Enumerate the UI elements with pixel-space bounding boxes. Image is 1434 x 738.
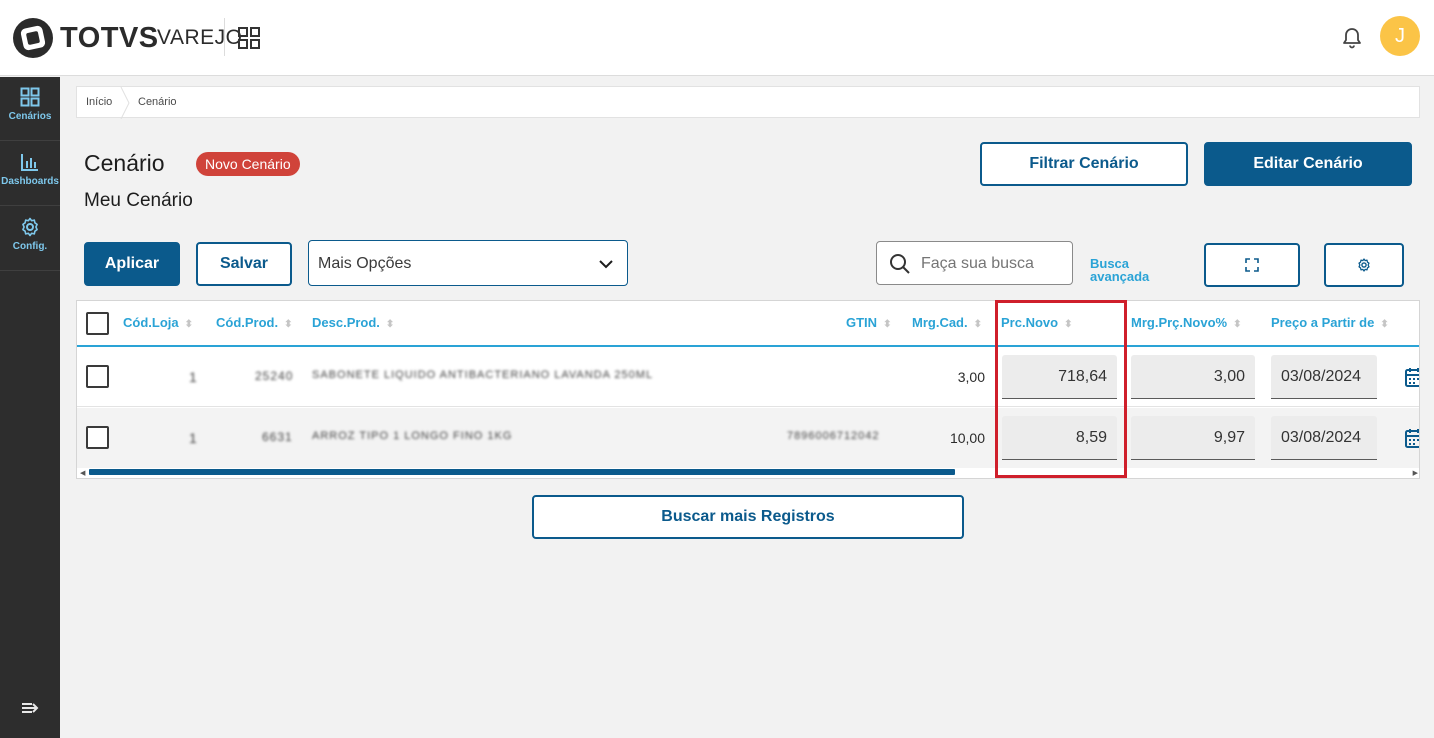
advanced-search-link[interactable]: Busca avançada	[1090, 257, 1170, 283]
table-header: Cód.Loja ⬍ Cód.Prod. ⬍ Desc.Prod. ⬍ GTIN ⬍ M…	[77, 301, 1419, 347]
filter-scenario-button[interactable]: Filtrar Cenário	[980, 142, 1188, 186]
sort-icon: ⬍	[184, 319, 193, 330]
sort-icon: ⬍	[973, 319, 983, 330]
calendar-icon[interactable]	[1405, 367, 1420, 387]
brand-subtitle: VAREJO	[157, 26, 243, 49]
calendar-icon[interactable]	[1405, 428, 1420, 448]
cell-desc-prod: ARROZ TIPO 1 LONGO FINO 1KG	[312, 430, 513, 442]
preco-partir-input[interactable]	[1271, 416, 1377, 460]
cell-gtin: 7896006712042	[787, 430, 880, 442]
preco-partir-input[interactable]	[1271, 355, 1377, 399]
sidebar-item-label: Config.	[12, 241, 48, 252]
fullscreen-button[interactable]	[1204, 243, 1300, 287]
sidebar-item-label: Cenários	[8, 111, 52, 122]
scroll-left-icon[interactable]: ◀	[80, 469, 85, 477]
row-checkbox[interactable]	[86, 426, 109, 449]
sidebar-item-label: Dashboards	[1, 176, 59, 187]
settings-button[interactable]	[1324, 243, 1404, 287]
apps-grid-icon[interactable]	[238, 27, 260, 49]
prc-novo-input[interactable]	[1002, 355, 1117, 399]
collapse-menu-icon[interactable]	[19, 697, 41, 719]
status-badge: Novo Cenário	[196, 152, 300, 176]
mrg-prc-novo-input[interactable]	[1131, 355, 1255, 399]
row-checkbox[interactable]	[86, 365, 109, 388]
grid-icon	[20, 87, 40, 107]
column-header-cod-prod[interactable]: Cód.Prod. ⬍	[216, 315, 293, 330]
column-header-preco-partir[interactable]: Preço a Partir de ⬍	[1271, 315, 1389, 330]
bar-chart-icon	[21, 154, 38, 171]
cell-cod-loja: 1	[189, 430, 198, 446]
sidebar-item-dashboards[interactable]: Dashboards	[0, 142, 60, 206]
column-header-cod-loja[interactable]: Cód.Loja ⬍	[123, 315, 193, 330]
gear-icon	[22, 217, 38, 237]
edit-scenario-button[interactable]: Editar Cenário	[1204, 142, 1412, 186]
save-button[interactable]: Salvar	[196, 242, 292, 286]
column-header-mrg-prc-novo[interactable]: Mrg.Prç.Novo% ⬍	[1131, 315, 1241, 330]
breadcrumb-separator-icon	[120, 87, 130, 119]
sidebar: Cenários Dashboards Config.	[0, 77, 60, 738]
breadcrumb: Início Cenário	[76, 86, 1420, 119]
mrg-prc-novo-input[interactable]	[1131, 416, 1255, 460]
column-header-desc-prod[interactable]: Desc.Prod. ⬍	[312, 315, 394, 330]
data-grid: Cód.Loja ⬍ Cód.Prod. ⬍ Desc.Prod. ⬍ GTIN ⬍ M…	[76, 300, 1420, 479]
apply-button[interactable]: Aplicar	[84, 242, 180, 286]
top-bar: TOTVS VAREJO J	[0, 0, 1434, 76]
search-box	[876, 241, 1073, 285]
more-options-value: Mais Opções	[318, 255, 412, 272]
sidebar-item-cenarios[interactable]: Cenários	[0, 77, 60, 141]
prc-novo-input[interactable]	[1002, 416, 1117, 460]
sidebar-item-config[interactable]: Config.	[0, 207, 60, 271]
cell-mrg-cad: 3,00	[957, 369, 985, 385]
column-header-gtin[interactable]: GTIN ⬍	[846, 315, 891, 330]
sort-icon: ⬍	[385, 319, 395, 330]
scrollbar-thumb[interactable]	[89, 469, 955, 475]
breadcrumb-home[interactable]: Início	[86, 96, 112, 108]
search-icon	[890, 254, 910, 274]
cell-cod-prod: 6631	[262, 430, 293, 444]
chevron-down-icon	[599, 260, 613, 269]
column-header-prc-novo[interactable]: Prc.Novo ⬍	[1001, 315, 1072, 330]
brand-name: TOTVS	[60, 22, 159, 54]
horizontal-scrollbar[interactable]: ◀ ▶	[77, 465, 1419, 478]
gear-icon	[1358, 258, 1370, 272]
search-input[interactable]	[921, 253, 1039, 275]
select-all-checkbox[interactable]	[86, 312, 109, 335]
user-avatar[interactable]: J	[1380, 16, 1420, 56]
cell-desc-prod: SABONETE LIQUIDO ANTIBACTERIANO LAVANDA …	[312, 369, 654, 381]
more-options-select[interactable]: Mais Opções	[308, 240, 628, 286]
expand-icon	[1245, 258, 1259, 272]
breadcrumb-current: Cenário	[138, 96, 177, 108]
page-subtitle: Meu Cenário	[84, 190, 193, 211]
notification-bell-icon[interactable]	[1340, 26, 1364, 50]
sort-icon: ⬍	[1380, 319, 1389, 330]
cell-cod-prod: 25240	[255, 369, 294, 383]
sort-icon: ⬍	[284, 319, 293, 330]
totvs-logo-icon	[13, 18, 53, 58]
sort-icon: ⬍	[1064, 319, 1073, 330]
load-more-button[interactable]: Buscar mais Registros	[532, 495, 964, 539]
column-header-mrg-cad[interactable]: Mrg.Cad. ⬍	[912, 315, 982, 330]
cell-mrg-cad: 10,00	[949, 430, 985, 446]
page-title: Cenário	[84, 150, 165, 176]
cell-cod-loja: 1	[189, 369, 198, 385]
sort-icon: ⬍	[883, 319, 892, 330]
table-row: 1 6631 ARROZ TIPO 1 LONGO FINO 1KG 78960…	[77, 408, 1420, 468]
scroll-right-icon[interactable]: ▶	[1413, 469, 1418, 477]
table-row: 1 25240 SABONETE LIQUIDO ANTIBACTERIANO …	[77, 347, 1420, 407]
header-divider	[224, 18, 225, 56]
sort-icon: ⬍	[1233, 319, 1242, 330]
